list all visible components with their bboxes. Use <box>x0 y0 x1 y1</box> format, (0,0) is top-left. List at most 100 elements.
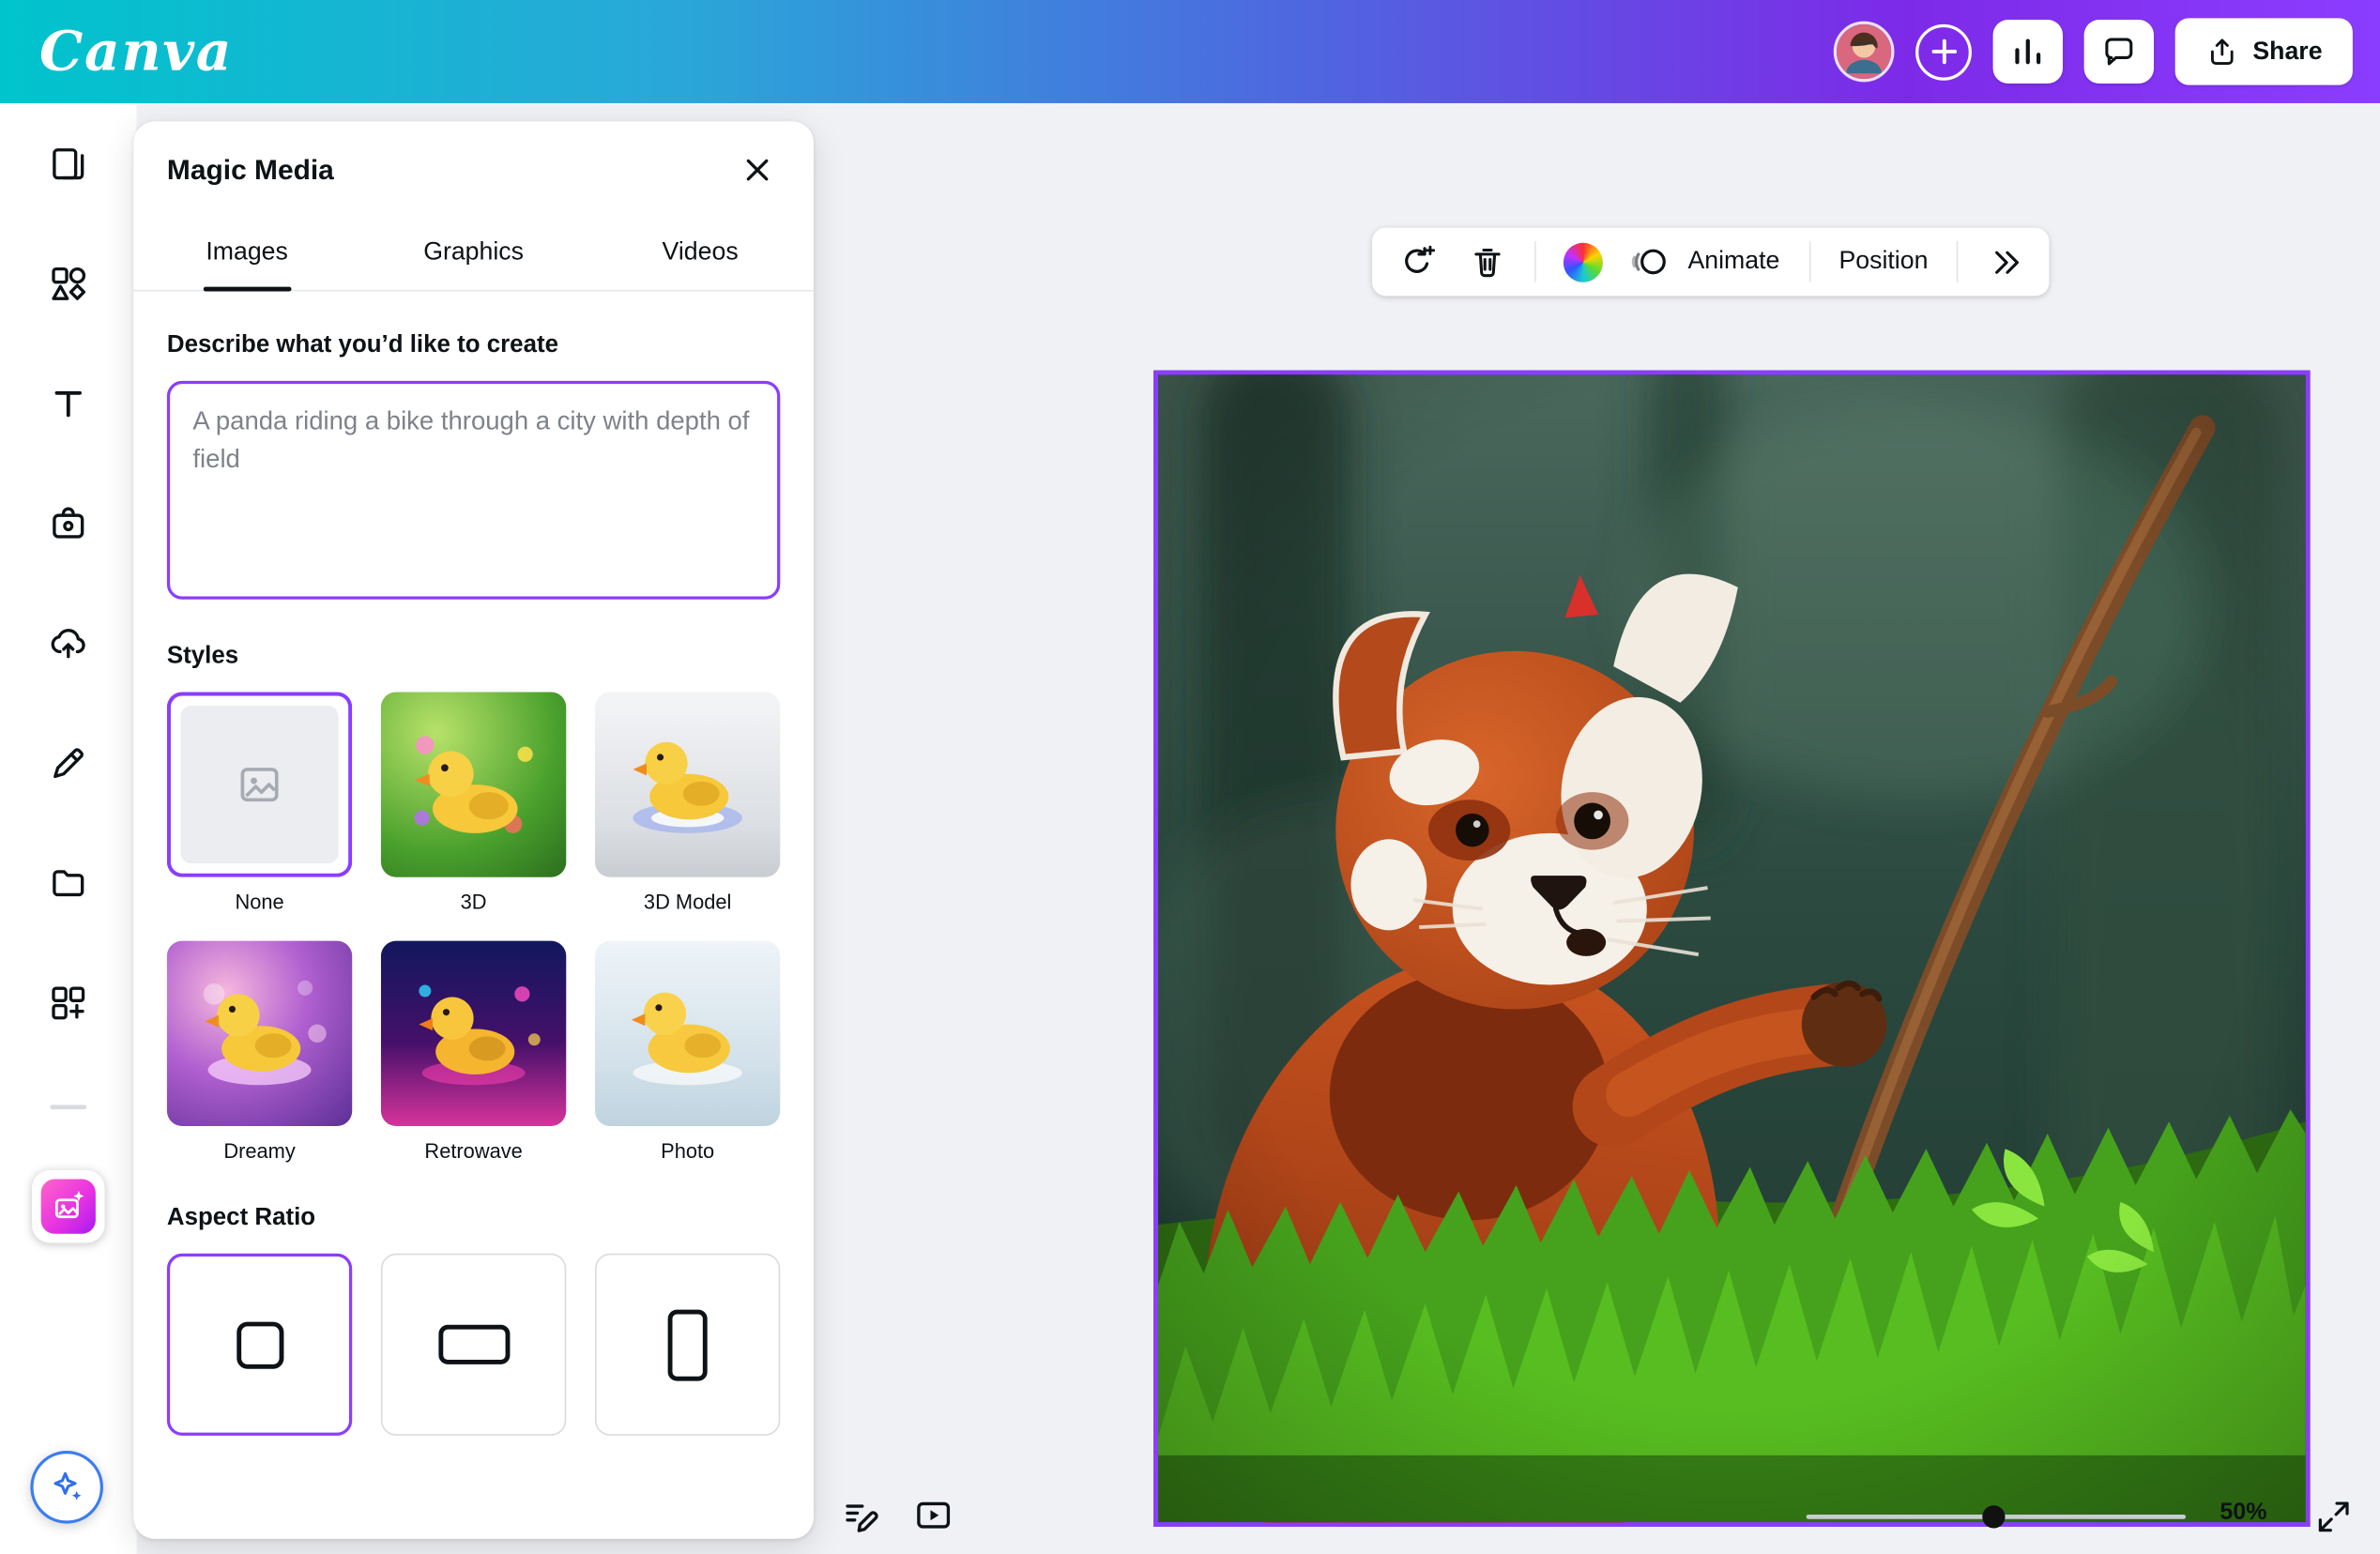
comments-button[interactable] <box>2084 20 2154 84</box>
style-thumb-3d-model <box>595 692 780 876</box>
canva-editor: Canva <box>0 0 2380 1554</box>
speech-bubble-icon <box>2101 34 2138 70</box>
styles-grid: None <box>167 692 780 1162</box>
notes-icon <box>841 1497 880 1536</box>
tab-graphics[interactable]: Graphics <box>360 219 587 290</box>
zoom-slider-thumb[interactable] <box>1982 1504 2005 1527</box>
present-button[interactable] <box>910 1493 956 1539</box>
style-thumb-3d <box>381 692 566 876</box>
style-label: Photo <box>595 1140 780 1163</box>
add-member-button[interactable] <box>1915 23 1972 80</box>
topbar: Canva <box>0 0 2380 103</box>
tab-videos[interactable]: Videos <box>587 219 814 290</box>
generated-image[interactable] <box>1153 371 2310 1527</box>
style-option-none[interactable]: None <box>167 692 352 913</box>
style-thumb-none <box>167 692 352 876</box>
panel-tabs: Images Graphics Videos <box>133 219 814 292</box>
prompt-input[interactable] <box>167 381 780 600</box>
uploads-icon <box>49 624 88 663</box>
avatar[interactable] <box>1834 22 1895 83</box>
brand-icon <box>49 504 88 543</box>
delete-button[interactable] <box>1463 237 1512 286</box>
style-thumb-photo <box>595 941 780 1126</box>
sidebar-item-design[interactable] <box>32 128 105 201</box>
red-panda-artwork <box>1158 374 2306 1522</box>
aspect-option-landscape[interactable] <box>381 1254 566 1436</box>
toolbar-separator <box>1957 241 1959 282</box>
regenerate-button[interactable] <box>1392 237 1441 286</box>
style-thumb-retrowave <box>381 941 566 1126</box>
panel-title: Magic Media <box>167 153 334 187</box>
sidebar-item-brand[interactable] <box>32 487 105 560</box>
regenerate-icon <box>1397 243 1435 281</box>
style-label: 3D Model <box>595 891 780 913</box>
zoom-slider[interactable] <box>1807 1502 2186 1530</box>
assistant-icon <box>47 1468 86 1507</box>
animate-button[interactable]: Animate <box>1630 241 1786 282</box>
more-icon <box>1987 244 2023 281</box>
style-option-dreamy[interactable]: Dreamy <box>167 941 352 1163</box>
assistant-button[interactable] <box>30 1451 103 1524</box>
sidebar-divider <box>50 1105 86 1109</box>
text-icon <box>49 384 88 423</box>
design-icon <box>49 145 88 184</box>
canva-logo[interactable]: Canva <box>39 20 233 84</box>
style-label: 3D <box>381 891 566 913</box>
close-panel-button[interactable] <box>735 147 781 193</box>
fullscreen-button[interactable] <box>2311 1493 2357 1539</box>
share-button[interactable]: Share <box>2175 18 2353 84</box>
notes-button[interactable] <box>838 1493 884 1539</box>
style-option-3d[interactable]: 3D <box>381 692 566 913</box>
sidebar-item-magic-media[interactable] <box>32 1170 105 1243</box>
sidebar-item-elements[interactable] <box>32 248 105 321</box>
style-option-retrowave[interactable]: Retrowave <box>381 941 566 1163</box>
delete-icon <box>1470 244 1506 281</box>
sidebar-item-text[interactable] <box>32 367 105 440</box>
animate-icon <box>1630 243 1668 281</box>
expand-icon <box>2314 1497 2352 1534</box>
toolbar-separator <box>1534 241 1536 282</box>
topbar-actions: Share <box>1834 18 2353 84</box>
describe-heading: Describe what you’d like to create <box>167 332 780 359</box>
styles-heading: Styles <box>167 644 780 671</box>
share-icon <box>2205 35 2239 69</box>
sidebar-item-draw[interactable] <box>32 727 105 800</box>
tab-images[interactable]: Images <box>133 219 360 290</box>
style-thumb-dreamy <box>167 941 352 1126</box>
style-option-photo[interactable]: Photo <box>595 941 780 1163</box>
more-tools-button[interactable] <box>1981 237 2030 286</box>
style-option-3d-model[interactable]: 3D Model <box>595 692 780 913</box>
square-ratio-icon <box>236 1321 282 1368</box>
close-icon <box>742 155 772 185</box>
draw-icon <box>49 743 88 783</box>
color-button[interactable] <box>1559 237 1608 286</box>
style-label: None <box>167 891 352 913</box>
panel-body: Describe what you’d like to create Style… <box>133 292 814 1539</box>
aspect-option-portrait[interactable] <box>595 1254 780 1436</box>
magic-media-panel: Magic Media Images Graphics Videos Descr… <box>133 121 814 1538</box>
bar-chart-icon <box>2010 34 2047 70</box>
position-button[interactable]: Position <box>1833 241 1934 282</box>
zoom-level[interactable]: 50% <box>2198 1500 2289 1527</box>
sidebar-item-apps[interactable] <box>32 967 105 1040</box>
insights-button[interactable] <box>1993 20 2063 84</box>
landscape-ratio-icon <box>438 1325 510 1364</box>
object-toolbar: Animate Position <box>1372 228 2050 297</box>
sidebar <box>0 103 137 1554</box>
present-icon <box>914 1497 954 1536</box>
style-label: Dreamy <box>167 1140 352 1163</box>
toolbar-separator <box>1808 241 1810 282</box>
share-label: Share <box>2252 38 2322 67</box>
sidebar-item-projects[interactable] <box>32 846 105 920</box>
image-placeholder-icon <box>236 762 282 808</box>
aspect-ratio-grid <box>167 1254 780 1436</box>
color-wheel-icon <box>1564 242 1603 282</box>
portrait-ratio-icon <box>668 1309 708 1380</box>
sidebar-item-uploads[interactable] <box>32 607 105 680</box>
aspect-option-square[interactable] <box>167 1254 352 1436</box>
panel-header: Magic Media <box>133 121 814 219</box>
aspect-ratio-heading: Aspect Ratio <box>167 1205 780 1232</box>
magic-media-icon <box>41 1180 96 1234</box>
avatar-image <box>1837 24 1891 79</box>
elements-icon <box>49 264 88 303</box>
